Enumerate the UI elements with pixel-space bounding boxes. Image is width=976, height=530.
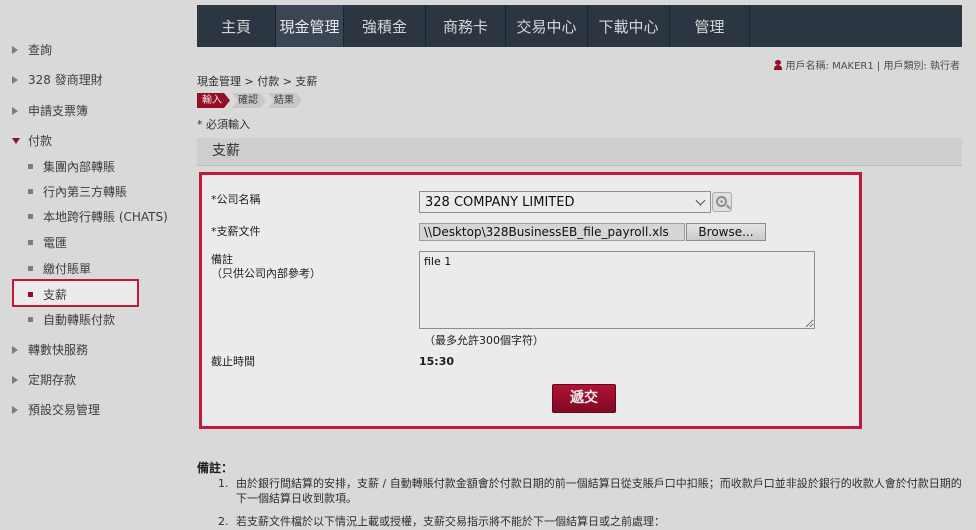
sidebar-item-payment[interactable]: 付款	[12, 132, 52, 149]
sidebar-item-inquiry[interactable]: 查詢	[12, 41, 52, 58]
sidebar-item-preset-management[interactable]: 預設交易管理	[12, 401, 100, 418]
triangle-right-icon	[12, 75, 18, 84]
tab-download-center[interactable]: 下載中心	[588, 5, 670, 47]
bullet-icon	[28, 292, 33, 297]
sidebar-item-label: 申請支票簿	[28, 104, 89, 118]
payroll-form: *公司名稱 328 COMPANY LIMITED *支薪文件 \\Deskto…	[199, 172, 862, 429]
submit-button[interactable]: 遞交	[552, 384, 616, 413]
sidebar-item-fps[interactable]: 轉數快服務	[12, 341, 88, 358]
sidebar-item-label: 預設交易管理	[28, 403, 101, 417]
step-result: 結果	[268, 93, 302, 108]
page-title: 支薪	[197, 138, 962, 166]
user-info-text: 用戶名稱: MAKER1 | 用戶類別: 執行者	[785, 61, 960, 72]
triangle-right-icon	[12, 375, 18, 384]
sidebar-subitem-label: 繳付賬單	[43, 262, 92, 276]
step-confirm: 確認	[232, 93, 266, 108]
breadcrumb: 現金管理 > 付款 > 支薪	[197, 75, 318, 88]
remark-sublabel: （只供公司內部參考）	[211, 267, 321, 280]
step-indicator: 輸入 確認 結果	[197, 93, 304, 108]
sidebar-item-time-deposit[interactable]: 定期存款	[12, 371, 76, 388]
sidebar-item-label: 定期存款	[28, 373, 77, 387]
sidebar-subitem-label: 電匯	[43, 236, 68, 250]
remark-label: 備註	[211, 253, 233, 266]
company-label: *公司名稱	[211, 193, 261, 206]
sidebar-subitem-label: 支薪	[43, 288, 68, 302]
user-icon	[773, 59, 782, 70]
remark-textarea[interactable]: file 1	[419, 251, 815, 329]
bullet-icon	[28, 266, 33, 271]
tab-mpf[interactable]: 強積金	[344, 5, 426, 47]
sidebar-subitem-payroll[interactable]: 支薪	[28, 286, 67, 303]
sidebar-subitem-label: 集團內部轉賬	[43, 160, 116, 174]
bullet-icon	[28, 189, 33, 194]
cutoff-label: 截止時間	[211, 355, 255, 368]
zoom-handle	[726, 204, 731, 210]
notes-title: 備註：	[197, 461, 234, 475]
tab-home[interactable]: 主頁	[197, 5, 276, 47]
file-path-field[interactable]: \\Desktop\328BusinessEB_file_payroll.xls	[419, 223, 685, 241]
sidebar-item-label: 轉數快服務	[28, 343, 89, 357]
note-number: 1.	[218, 477, 229, 490]
tab-admin[interactable]: 管理	[670, 5, 750, 47]
tab-cash-management[interactable]: 現金管理	[276, 5, 344, 47]
sidebar-subitem-third-party[interactable]: 行內第三方轉賬	[28, 183, 127, 200]
sidebar-subitem-label: 行內第三方轉賬	[43, 185, 128, 199]
triangle-right-icon	[12, 45, 18, 54]
triangle-right-icon	[12, 106, 18, 115]
sidebar-subitem-label: 自動轉賬付款	[43, 313, 116, 327]
sidebar-item-label: 付款	[28, 134, 53, 148]
bullet-icon	[28, 317, 33, 322]
sidebar-subitem-telegraphic[interactable]: 電匯	[28, 234, 67, 251]
sidebar-subitem-group-transfer[interactable]: 集團內部轉賬	[28, 158, 115, 175]
triangle-right-icon	[12, 345, 18, 354]
note-text: 由於銀行間結算的安排，支薪 / 自動轉賬付款金額會於付款日期的前一個結算日從支賬…	[236, 477, 962, 505]
sidebar-subitem-label: 本地跨行轉賬 (CHATS)	[43, 210, 168, 224]
triangle-right-icon	[12, 405, 18, 414]
cutoff-time-value: 15:30	[419, 355, 455, 368]
required-note: * 必須輸入	[197, 118, 250, 131]
user-info: 用戶名稱: MAKER1 | 用戶類別: 執行者	[773, 57, 960, 72]
sidebar-item-wealth[interactable]: 328 發商理財	[12, 71, 103, 88]
note-number: 2.	[218, 515, 229, 528]
triangle-down-icon	[12, 137, 20, 144]
bullet-icon	[28, 164, 33, 169]
company-select[interactable]: 328 COMPANY LIMITED	[419, 191, 711, 213]
note-text: 若支薪文件檔於以下情況上載或授權，支薪交易指示將不能於下一個結算日或之前處理：	[236, 515, 665, 528]
bullet-icon	[28, 240, 33, 245]
sidebar-item-chequebook[interactable]: 申請支票簿	[12, 102, 88, 119]
company-select-value: 328 COMPANY LIMITED	[425, 194, 575, 210]
bullet-icon	[28, 214, 33, 219]
sidebar-item-label: 查詢	[28, 43, 53, 57]
tab-business-card[interactable]: 商務卡	[426, 5, 506, 47]
sidebar-subitem-autopay[interactable]: 自動轉賬付款	[28, 311, 115, 328]
sidebar-subitem-chats[interactable]: 本地跨行轉賬 (CHATS)	[28, 208, 168, 225]
tab-transaction-center[interactable]: 交易中心	[506, 5, 588, 47]
top-nav: 主頁 現金管理 強積金 商務卡 交易中心 下載中心 管理	[197, 5, 962, 47]
file-label: *支薪文件	[211, 225, 261, 238]
char-limit-note: （最多允許300個字符）	[424, 334, 544, 347]
sidebar-item-label: 328 發商理財	[28, 73, 103, 87]
chevron-down-icon	[695, 195, 706, 206]
browse-button[interactable]: Browse...	[686, 223, 766, 241]
zoom-in-button[interactable]	[712, 192, 732, 212]
sidebar-subitem-bill-payment[interactable]: 繳付賬單	[28, 260, 91, 277]
step-input: 輸入	[197, 93, 230, 108]
